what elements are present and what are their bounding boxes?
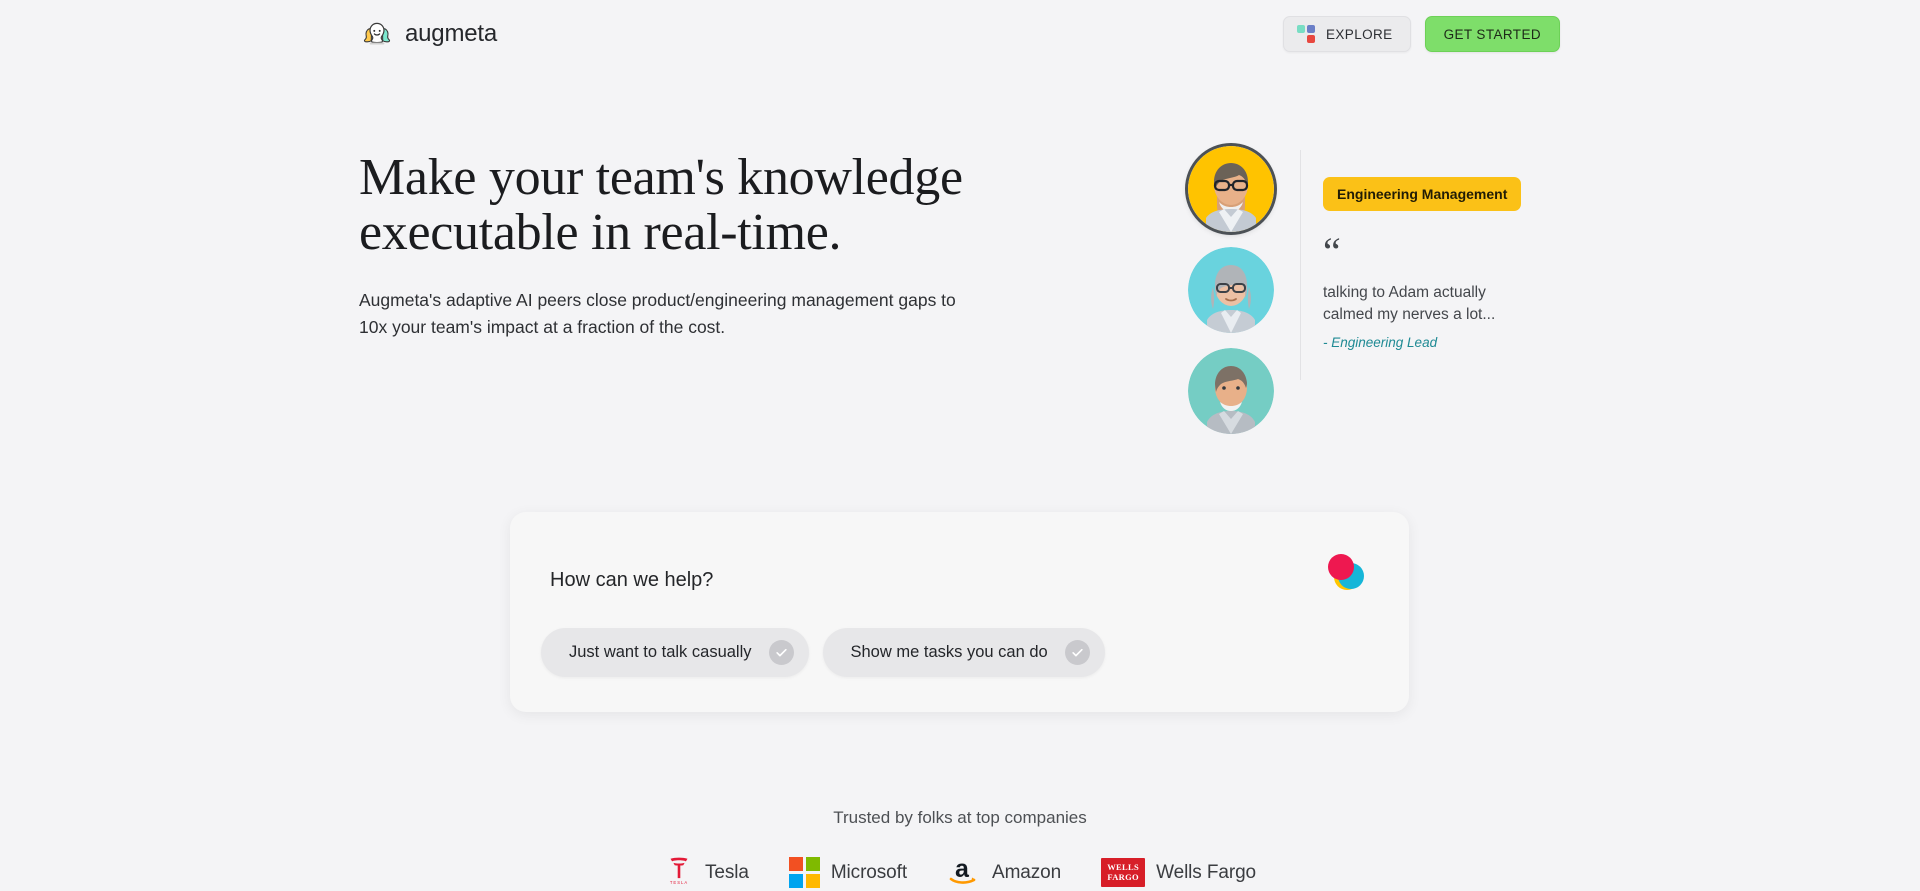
explore-button[interactable]: EXPLORE bbox=[1282, 16, 1411, 52]
option-talk-casually[interactable]: Just want to talk casually bbox=[541, 628, 809, 677]
quote-mark-icon: “ bbox=[1323, 229, 1341, 274]
wells-fargo-mark-line2: FARGO bbox=[1107, 871, 1139, 882]
testimonial-author: - Engineering Lead bbox=[1323, 335, 1438, 350]
option-talk-casually-label: Just want to talk casually bbox=[569, 643, 752, 661]
header-actions: EXPLORE GET STARTED bbox=[1282, 16, 1560, 52]
company-microsoft: Microsoft bbox=[788, 857, 907, 888]
site-header: augmeta EXPLORE GET STARTED bbox=[0, 0, 1920, 68]
wells-fargo-logo-icon: WELLS FARGO bbox=[1101, 858, 1146, 887]
company-microsoft-label: Microsoft bbox=[830, 861, 907, 883]
people-trio-icon bbox=[360, 17, 394, 51]
company-amazon: a Amazon bbox=[947, 854, 1061, 891]
company-wells-fargo-label: Wells Fargo bbox=[1156, 861, 1257, 883]
three-circles-icon bbox=[1321, 550, 1367, 596]
grid-4-squares-icon bbox=[1296, 24, 1315, 44]
get-started-button[interactable]: GET STARTED bbox=[1424, 16, 1560, 52]
get-started-button-label: GET STARTED bbox=[1443, 26, 1541, 42]
hero-section: Make your team's knowledge executable in… bbox=[359, 150, 999, 340]
help-card: How can we help? Just want to talk casua… bbox=[510, 512, 1409, 712]
page-title: Make your team's knowledge executable in… bbox=[359, 149, 963, 262]
option-show-tasks-label: Show me tasks you can do bbox=[850, 643, 1048, 661]
company-amazon-label: Amazon bbox=[992, 861, 1062, 883]
company-logo-row: TESLA Tesla Microsoft a Amazon WELLS FAR… bbox=[0, 854, 1920, 891]
company-wells-fargo: WELLS FARGO Wells Fargo bbox=[1101, 858, 1256, 887]
avatar-third-persona[interactable] bbox=[1188, 348, 1274, 434]
option-show-tasks[interactable]: Show me tasks you can do bbox=[822, 628, 1105, 677]
brand-logo-link[interactable]: augmeta bbox=[360, 17, 497, 51]
help-options: Just want to talk casually Show me tasks… bbox=[541, 628, 1105, 677]
amazon-logo-icon: a bbox=[947, 854, 981, 891]
microsoft-logo-icon bbox=[788, 857, 820, 888]
help-card-title: How can we help? bbox=[550, 569, 714, 591]
avatar-second-persona[interactable] bbox=[1188, 247, 1274, 333]
testimonial-panel: Engineering Management “ talking to Adam… bbox=[1300, 150, 1590, 380]
check-circle-icon bbox=[1064, 640, 1090, 665]
company-tesla-label: Tesla bbox=[704, 861, 749, 883]
brand-name: augmeta bbox=[405, 20, 497, 47]
trusted-by-label: Trusted by folks at top companies bbox=[833, 808, 1087, 827]
trusted-by-section: Trusted by folks at top companies TESLA … bbox=[0, 808, 1920, 891]
company-tesla: TESLA Tesla bbox=[664, 854, 749, 891]
svg-text:a: a bbox=[955, 855, 970, 883]
hero-subtitle: Augmeta's adaptive AI peers close produc… bbox=[359, 290, 956, 337]
avatar-engineering-management[interactable] bbox=[1188, 146, 1274, 232]
check-circle-icon bbox=[768, 640, 794, 665]
testimonial-quote: talking to Adam actually calmed my nerve… bbox=[1323, 284, 1496, 323]
explore-button-label: EXPLORE bbox=[1326, 26, 1393, 42]
svg-text:TESLA: TESLA bbox=[670, 880, 688, 885]
persona-avatar-list bbox=[1188, 146, 1274, 434]
tesla-logo-icon: TESLA bbox=[664, 854, 694, 891]
status-badge: Engineering Management bbox=[1323, 177, 1522, 211]
